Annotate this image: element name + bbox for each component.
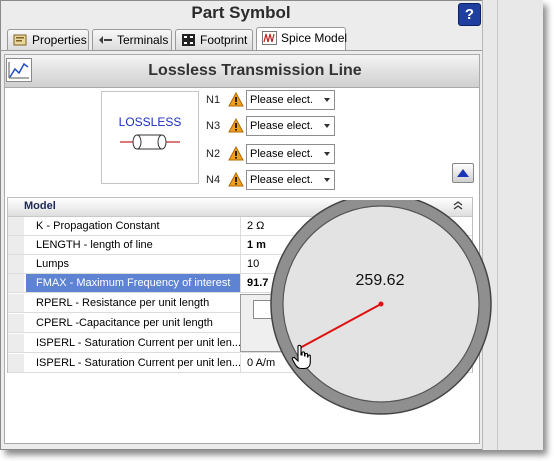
properties-icon bbox=[13, 33, 28, 47]
property-name: ISPERL - Saturation Current per unit len… bbox=[36, 357, 240, 369]
pin-select-n4[interactable]: Please elect. bbox=[246, 170, 335, 190]
symbol-label: LOSSLESS bbox=[118, 115, 182, 129]
footprint-icon bbox=[181, 33, 196, 47]
pin-select-n3-value: Please elect. bbox=[250, 120, 313, 132]
transmission-line-symbol-icon bbox=[120, 134, 180, 150]
tab-terminals-label: Terminals bbox=[117, 33, 169, 47]
arrow-up-icon bbox=[457, 169, 469, 177]
pin-label-n1: N1 bbox=[206, 94, 221, 106]
hand-cursor-icon bbox=[291, 344, 311, 370]
pin-label-n2: N2 bbox=[206, 148, 221, 160]
tab-strip-divider bbox=[0, 50, 482, 51]
pin-select-n2-value: Please elect. bbox=[250, 148, 313, 160]
dial-readout: 259.62 bbox=[355, 272, 405, 289]
chevron-down-icon bbox=[324, 98, 330, 102]
chevron-down-icon bbox=[324, 124, 330, 128]
pin-select-n2[interactable]: Please elect. bbox=[246, 144, 335, 164]
tab-footprint-label: Footprint bbox=[200, 33, 248, 47]
property-name: LENGTH - length of line bbox=[36, 239, 153, 251]
rotary-dial[interactable] bbox=[270, 200, 500, 430]
model-group-label: Model bbox=[24, 200, 56, 212]
property-name: ISPERL - Saturation Current per unit len… bbox=[36, 337, 240, 349]
tab-terminals[interactable]: Terminals bbox=[92, 29, 172, 50]
warning-icon bbox=[228, 91, 244, 107]
pin-label-n3: N3 bbox=[206, 120, 221, 132]
tab-properties[interactable]: Properties bbox=[7, 29, 89, 50]
property-name: K - Propagation Constant bbox=[36, 220, 160, 232]
property-name: CPERL -Capacitance per unit length bbox=[36, 317, 213, 329]
chevron-down-icon bbox=[324, 152, 330, 156]
pin-select-n1-value: Please elect. bbox=[250, 94, 313, 106]
warning-icon bbox=[228, 117, 244, 133]
symbol-preview bbox=[101, 91, 199, 184]
scroll-up-button[interactable] bbox=[452, 163, 474, 183]
model-title: Lossless Transmission Line bbox=[148, 62, 362, 79]
tab-properties-label: Properties bbox=[32, 33, 87, 47]
chevron-down-icon bbox=[324, 178, 330, 182]
terminals-icon bbox=[98, 33, 113, 47]
property-name: FMAX - Maximum Frequency of interest bbox=[26, 274, 240, 292]
warning-icon bbox=[228, 171, 244, 187]
window-title: Part Symbol bbox=[191, 3, 291, 22]
pin-select-n3[interactable]: Please elect. bbox=[246, 116, 335, 136]
tab-spice-model[interactable]: Spice Model bbox=[256, 27, 348, 50]
dial-pivot bbox=[378, 301, 384, 307]
tab-footprint[interactable]: Footprint bbox=[175, 29, 253, 50]
help-button[interactable]: ? bbox=[458, 3, 481, 26]
pin-label-n4: N4 bbox=[206, 174, 221, 186]
property-name: RPERL - Resistance per unit length bbox=[36, 297, 210, 309]
tab-spice-model-label: Spice Model bbox=[281, 31, 348, 45]
pin-select-n1[interactable]: Please elect. bbox=[246, 90, 335, 110]
spice-model-icon bbox=[262, 31, 277, 45]
warning-icon bbox=[228, 145, 244, 161]
pin-select-n4-value: Please elect. bbox=[250, 174, 313, 186]
property-name: Lumps bbox=[36, 258, 70, 270]
chart-icon[interactable] bbox=[6, 58, 32, 82]
